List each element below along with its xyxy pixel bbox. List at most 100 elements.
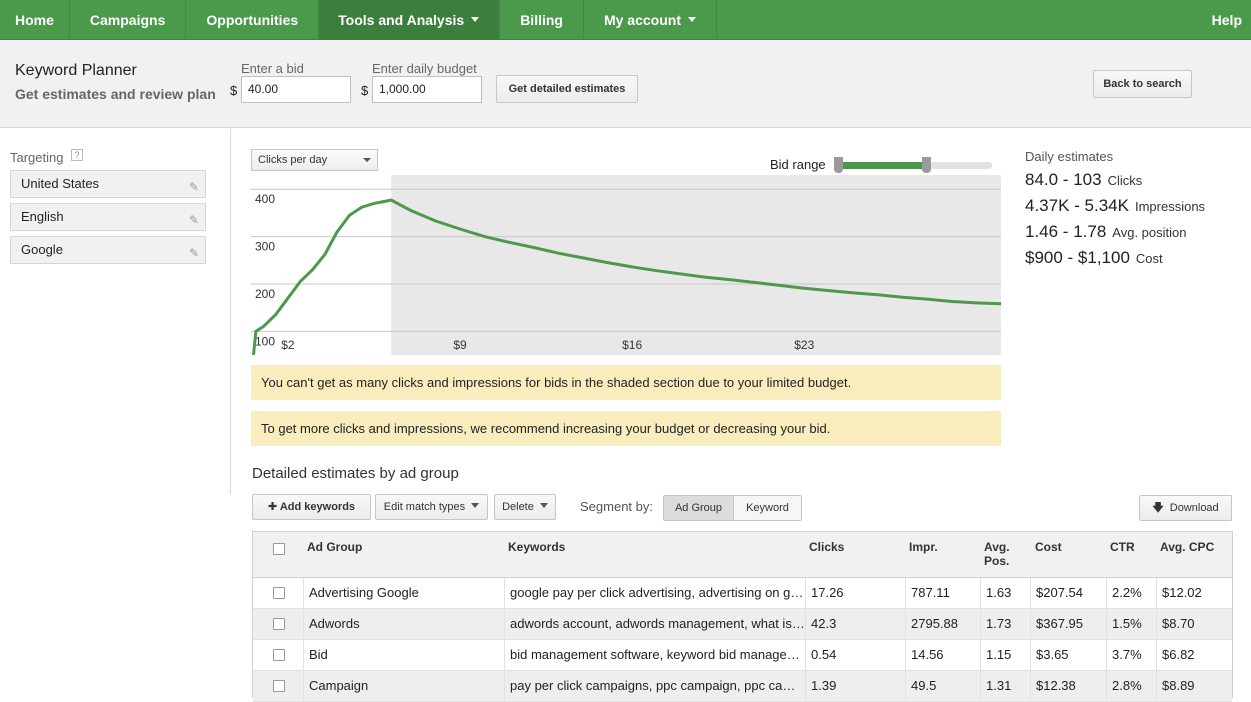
- clicks-cell: 42.3: [805, 609, 905, 639]
- ctr-cell: 3.7%: [1106, 640, 1156, 670]
- nav-billing[interactable]: Billing: [500, 0, 584, 40]
- select-all-cell: [253, 532, 303, 577]
- chevron-down-icon: [363, 158, 371, 162]
- estimate-impressions-unit: Impressions: [1134, 199, 1206, 214]
- col-avg-cpc[interactable]: Avg. CPC: [1160, 532, 1232, 577]
- avg-pos-cell: 1.31: [980, 671, 1030, 701]
- row-select-cell: [253, 578, 303, 608]
- budget-input[interactable]: 1,000.00: [372, 76, 482, 103]
- avg-cpc-cell: $12.02: [1156, 578, 1232, 608]
- delete-button[interactable]: Delete: [494, 494, 556, 520]
- download-icon: 🡇: [1152, 502, 1164, 514]
- clicks-cell: 0.54: [805, 640, 905, 670]
- bid-input[interactable]: 40.00: [241, 76, 351, 103]
- pencil-icon[interactable]: ✎: [189, 207, 199, 233]
- estimate-cost-unit: Cost: [1135, 251, 1163, 266]
- chevron-down-icon: [539, 502, 548, 508]
- nav-tools-and-analysis[interactable]: Tools and Analysis: [319, 0, 501, 40]
- row-checkbox[interactable]: [273, 618, 285, 630]
- ad-group-cell[interactable]: Campaign: [303, 671, 504, 701]
- segment-ad-group[interactable]: Ad Group: [664, 496, 734, 520]
- nav-opportunities-label: Opportunities: [206, 12, 299, 28]
- nav-my-account-label: My account: [603, 12, 681, 28]
- plus-icon: ✚: [267, 501, 278, 513]
- bid-range-fill: [839, 162, 928, 169]
- clicks-cell: 17.26: [805, 578, 905, 608]
- nav-home[interactable]: Home: [0, 0, 70, 40]
- chevron-down-icon: [687, 16, 696, 22]
- add-keywords-label: Add keywords: [279, 501, 356, 513]
- keywords-cell: adwords account, adwords management, wha…: [504, 609, 805, 639]
- col-impressions[interactable]: Impr.: [909, 532, 981, 577]
- detailed-estimates-title: Detailed estimates by ad group: [252, 465, 459, 482]
- nav-opportunities[interactable]: Opportunities: [186, 0, 320, 40]
- targeting-panel: Targeting ? United States ✎ English ✎ Go…: [0, 129, 231, 494]
- segment-by-label: Segment by:: [580, 499, 653, 514]
- bid-range-label: Bid range: [770, 157, 826, 172]
- page-subtitle: Get estimates and review plan: [15, 86, 216, 102]
- row-checkbox[interactable]: [273, 649, 285, 661]
- top-navigation: Home Campaigns Opportunities Tools and A…: [0, 0, 1251, 40]
- estimate-clicks-value: 84.0 - 103: [1025, 170, 1102, 189]
- metric-dropdown-value: Clicks per day: [258, 154, 328, 166]
- estimate-impressions: 4.37K - 5.34K Impressions: [1025, 196, 1205, 216]
- targeting-location[interactable]: United States ✎: [10, 170, 206, 198]
- edit-match-types-label: Edit match types: [383, 501, 466, 513]
- metric-dropdown[interactable]: Clicks per day: [251, 149, 378, 171]
- nav-help[interactable]: Help: [1197, 0, 1251, 40]
- ad-group-cell[interactable]: Advertising Google: [303, 578, 504, 608]
- table-row[interactable]: Adwords adwords account, adwords manageme…: [253, 609, 1232, 640]
- col-keywords[interactable]: Keywords: [508, 532, 804, 577]
- get-detailed-estimates-button[interactable]: Get detailed estimates: [496, 75, 638, 103]
- bid-label: Enter a bid: [241, 61, 304, 76]
- col-cost[interactable]: Cost: [1035, 532, 1105, 577]
- estimate-avg-position: 1.46 - 1.78 Avg. position: [1025, 222, 1186, 242]
- edit-match-types-button[interactable]: Edit match types: [375, 494, 488, 520]
- bid-range-max-handle[interactable]: [922, 157, 931, 173]
- estimate-clicks: 84.0 - 103 Clicks: [1025, 170, 1142, 190]
- ad-group-cell[interactable]: Bid: [303, 640, 504, 670]
- col-ad-group[interactable]: Ad Group: [307, 532, 503, 577]
- help-icon[interactable]: ?: [71, 149, 83, 161]
- row-checkbox[interactable]: [273, 680, 285, 692]
- ctr-cell: 2.2%: [1106, 578, 1156, 608]
- add-keywords-button[interactable]: ✚ Add keywords: [252, 494, 371, 520]
- keywords-cell: bid management software, keyword bid man…: [504, 640, 805, 670]
- y-tick-label: 400: [255, 192, 275, 206]
- table-row[interactable]: Bid bid management software, keyword bid …: [253, 640, 1232, 671]
- row-select-cell: [253, 609, 303, 639]
- chevron-down-icon: [471, 502, 480, 508]
- targeting-label: Targeting: [10, 150, 64, 165]
- pencil-icon[interactable]: ✎: [189, 240, 199, 266]
- y-tick-label: 300: [255, 240, 275, 254]
- targeting-network[interactable]: Google ✎: [10, 236, 206, 264]
- col-clicks[interactable]: Clicks: [809, 532, 905, 577]
- table-row[interactable]: Campaign pay per click campaigns, ppc cam…: [253, 671, 1232, 702]
- nav-campaigns[interactable]: Campaigns: [70, 0, 187, 40]
- impressions-cell: 787.11: [905, 578, 980, 608]
- impressions-cell: 14.56: [905, 640, 980, 670]
- bid-range-min-handle[interactable]: [834, 157, 843, 173]
- segment-keyword[interactable]: Keyword: [734, 496, 801, 520]
- chevron-down-icon: [471, 16, 480, 22]
- budget-currency: $: [361, 83, 369, 98]
- download-button[interactable]: 🡇 Download: [1139, 495, 1232, 521]
- ctr-cell: 1.5%: [1106, 609, 1156, 639]
- targeting-language[interactable]: English ✎: [10, 203, 206, 231]
- table-row[interactable]: Advertising Google google pay per click a…: [253, 578, 1232, 609]
- col-avg-pos[interactable]: Avg. Pos.: [984, 532, 1024, 577]
- row-checkbox[interactable]: [273, 587, 285, 599]
- keywords-cell: google pay per click advertising, advert…: [504, 578, 805, 608]
- download-label: Download: [1169, 502, 1219, 514]
- ad-group-cell[interactable]: Adwords: [303, 609, 504, 639]
- back-to-search-button[interactable]: Back to search: [1093, 70, 1192, 98]
- nav-my-account[interactable]: My account: [584, 0, 717, 40]
- estimate-cost: $900 - $1,100 Cost: [1025, 248, 1163, 268]
- estimate-position-unit: Avg. position: [1112, 225, 1187, 240]
- row-select-cell: [253, 640, 303, 670]
- x-tick-label: $16: [622, 338, 642, 352]
- cost-cell: $367.95: [1030, 609, 1106, 639]
- pencil-icon[interactable]: ✎: [189, 174, 199, 200]
- col-ctr[interactable]: CTR: [1110, 532, 1156, 577]
- select-all-checkbox[interactable]: [273, 543, 285, 555]
